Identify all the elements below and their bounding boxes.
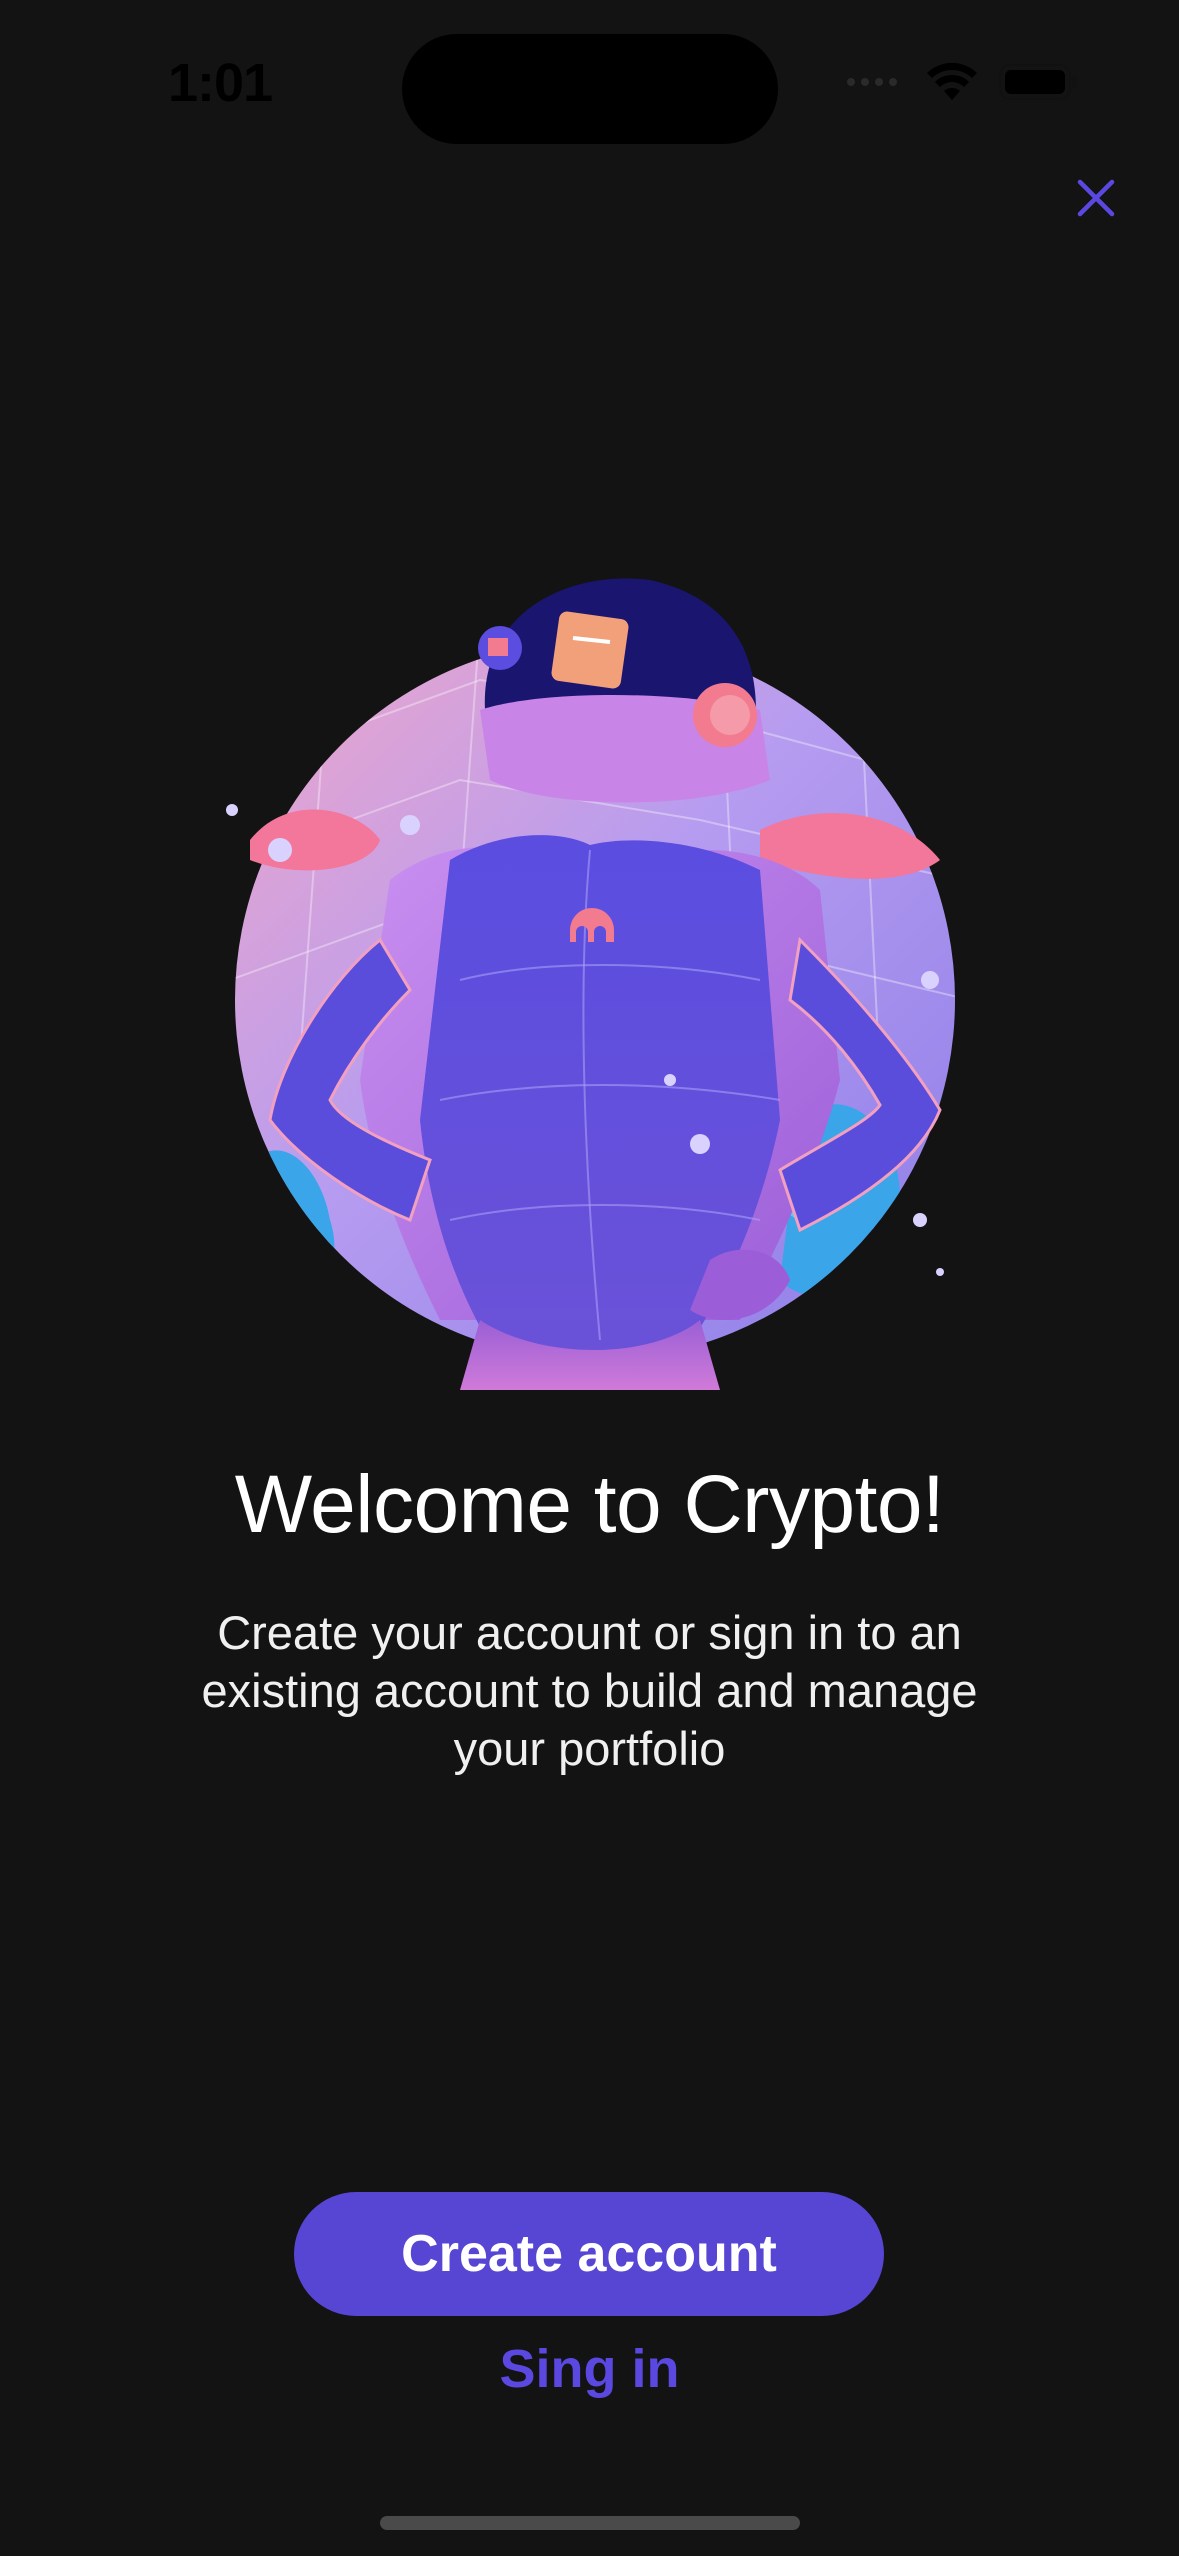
dynamic-island — [402, 34, 778, 144]
wifi-icon — [927, 62, 977, 100]
home-indicator — [380, 2516, 800, 2530]
status-time: 1:01 — [168, 53, 273, 113]
battery-icon — [999, 64, 1077, 100]
signal-icon — [847, 78, 897, 86]
robot-illustration — [226, 578, 955, 1390]
create-account-button[interactable]: Create account — [294, 2192, 884, 2316]
status-icons — [845, 62, 1079, 102]
status-bar: 1:01 — [0, 0, 1179, 170]
close-icon[interactable] — [1070, 172, 1122, 224]
welcome-subtitle: Create your account or sign in to an exi… — [201, 1606, 978, 1775]
sign-in-link[interactable]: Sing in — [0, 2338, 1179, 2400]
welcome-title: Welcome to Crypto! — [234, 1459, 945, 1550]
